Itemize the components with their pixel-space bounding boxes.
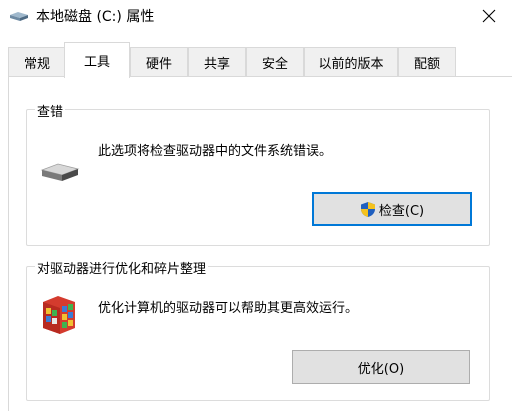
error-checking-title: 查错 [35, 101, 66, 120]
tab-security[interactable]: 安全 [246, 47, 304, 77]
tab-label: 以前的版本 [318, 57, 384, 72]
window-title: 本地磁盘 (C:) 属性 [36, 9, 155, 25]
tab-general[interactable]: 常规 [8, 47, 66, 77]
tab-label: 硬件 [145, 57, 172, 72]
close-icon [482, 9, 496, 22]
tab-label: 安全 [261, 57, 288, 72]
drive-icon [10, 12, 28, 21]
tab-label: 共享 [203, 57, 230, 72]
tab-quota[interactable]: 配额 [398, 47, 456, 77]
uac-shield-icon [360, 201, 375, 217]
optimize-button[interactable]: 优化(O) [292, 350, 470, 384]
error-checking-description: 此选项将检查驱动器中的文件系统错误。 [98, 144, 333, 159]
tab-label: 常规 [23, 57, 50, 72]
check-button-label: 检查(C) [378, 203, 425, 219]
optimize-button-label: 优化(O) [357, 361, 405, 377]
title-bar: 本地磁盘 (C:) 属性 [0, 0, 512, 31]
tab-previous-versions[interactable]: 以前的版本 [304, 47, 398, 77]
optimize-description: 优化计算机的驱动器可以帮助其更高效运行。 [98, 301, 359, 316]
tab-hardware[interactable]: 硬件 [130, 47, 188, 77]
optimize-title: 对驱动器进行优化和碎片整理 [35, 258, 209, 277]
tab-label: 工具 [83, 55, 110, 70]
tab-sharing[interactable]: 共享 [188, 47, 246, 77]
close-button[interactable] [466, 0, 512, 31]
hard-drive-icon [40, 163, 80, 181]
check-button[interactable]: 检查(C) [312, 192, 472, 226]
tab-tools[interactable]: 工具 [64, 42, 130, 78]
tab-label: 配额 [413, 57, 440, 72]
defrag-icon [43, 296, 75, 334]
